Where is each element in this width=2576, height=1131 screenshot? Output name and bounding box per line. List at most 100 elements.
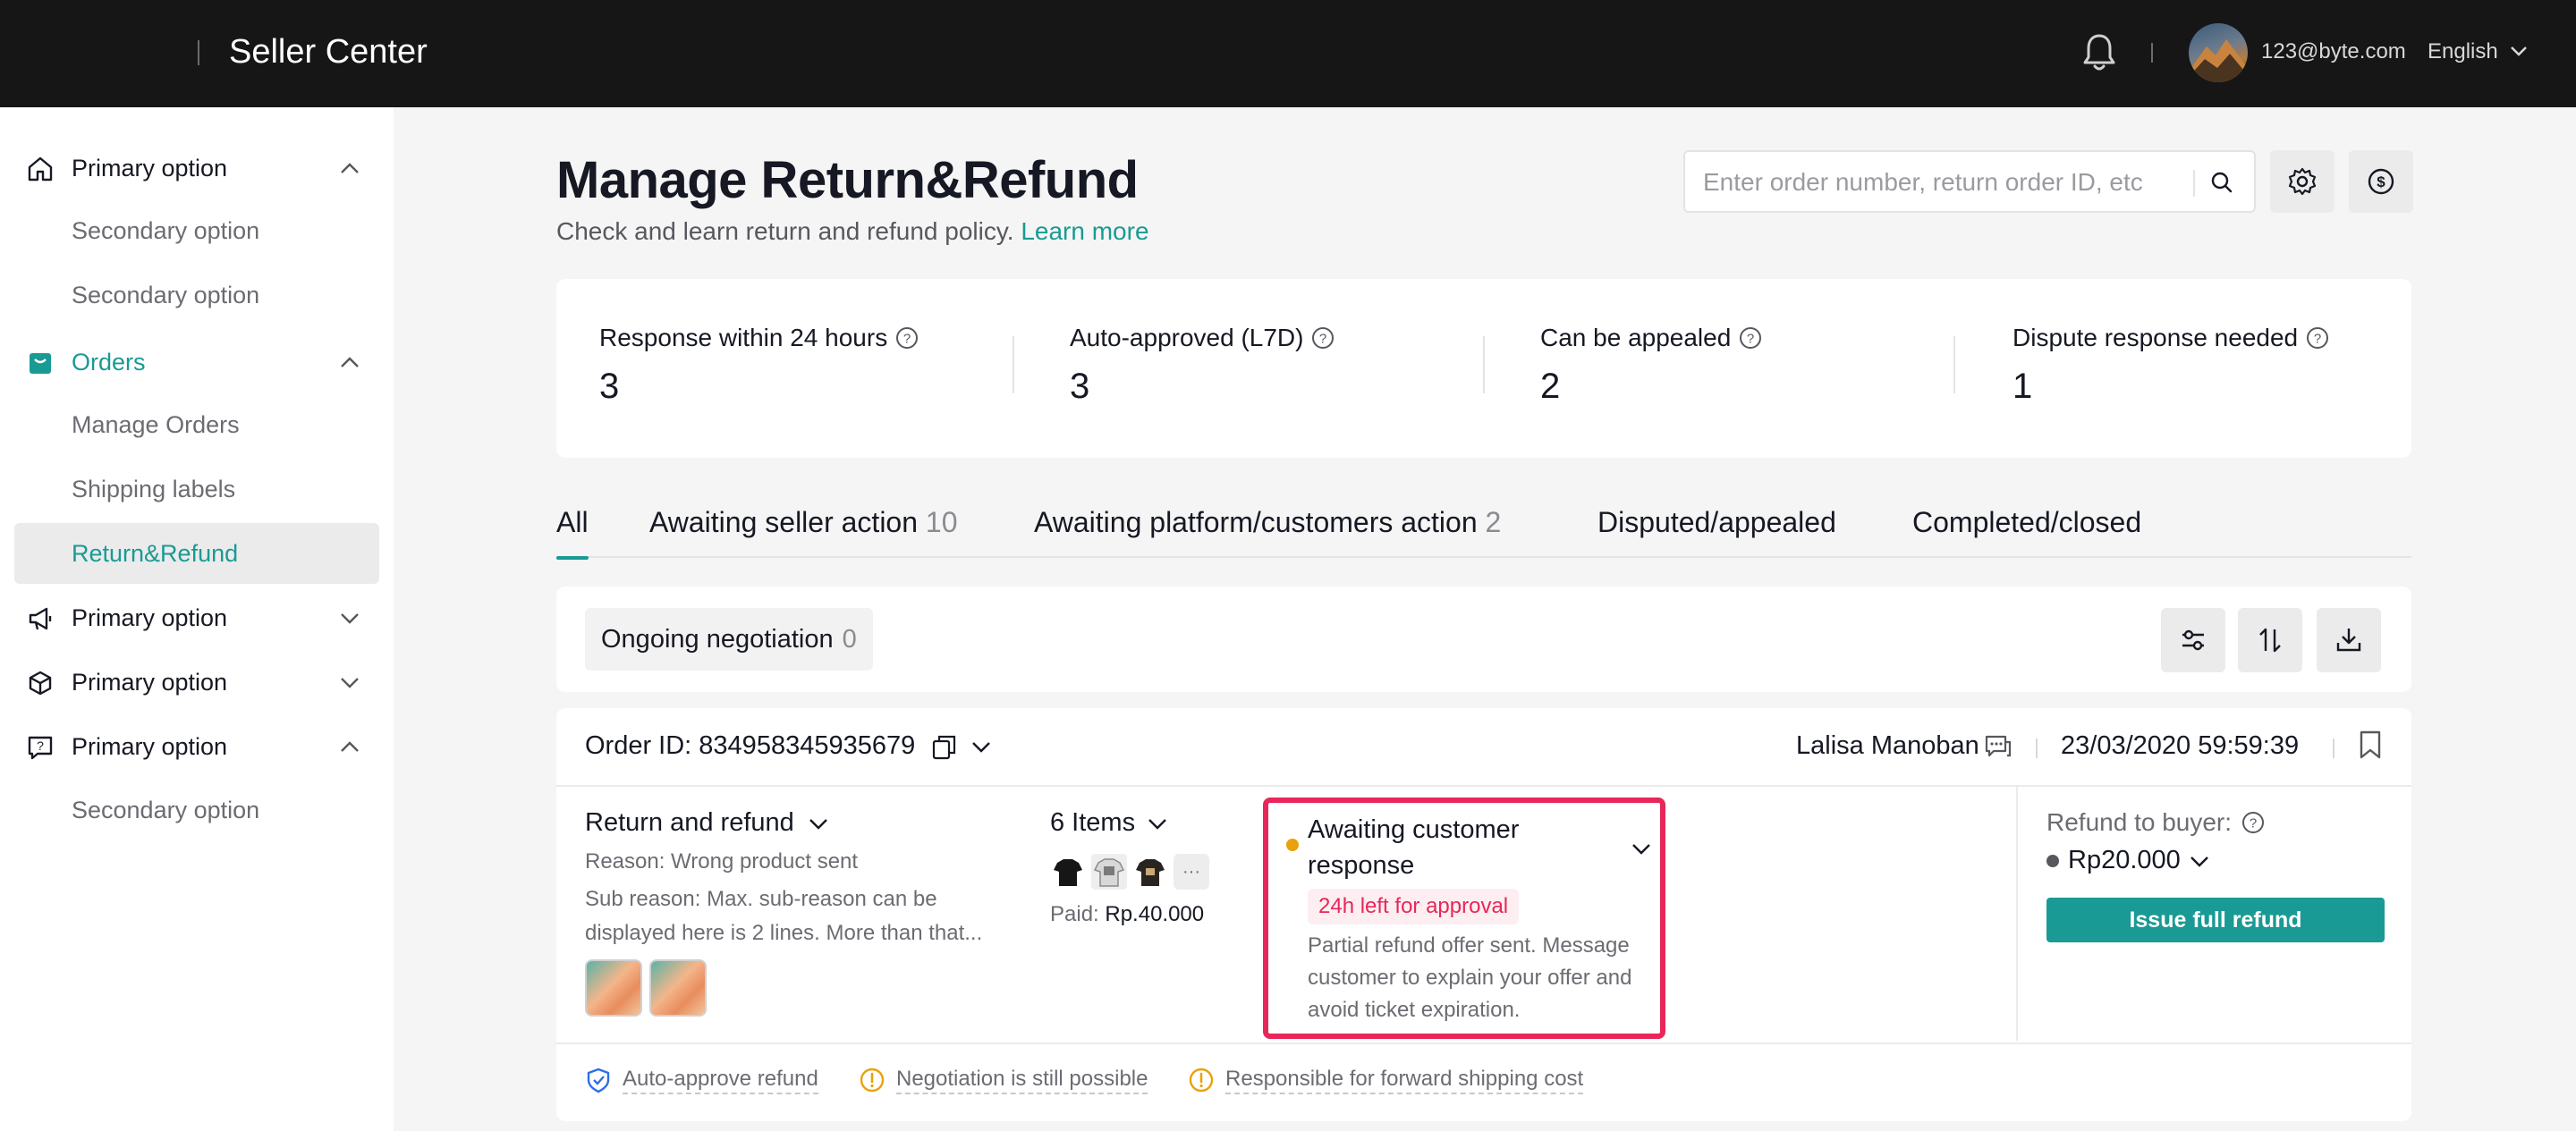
export-button[interactable] xyxy=(2317,608,2381,672)
sidebar-item-primary-3[interactable]: Primary option xyxy=(14,651,379,713)
stat-value: 1 xyxy=(2012,367,2033,406)
box-icon xyxy=(29,671,52,696)
chevron-up-icon[interactable] xyxy=(340,740,360,753)
evidence-thumbnail[interactable] xyxy=(649,959,707,1017)
approval-deadline-tag: 24h left for approval xyxy=(1308,889,1520,924)
user-email[interactable]: 123@byte.com xyxy=(2261,39,2406,64)
tab-disputed[interactable]: Disputed/appealed xyxy=(1597,506,1836,558)
question-icon[interactable]: ? xyxy=(894,325,919,350)
return-type-dropdown[interactable]: Return and refund xyxy=(585,808,1005,838)
chevron-down-icon[interactable] xyxy=(2190,855,2209,867)
status-description: Partial refund offer sent. Message custo… xyxy=(1308,933,1632,1022)
more-items-button[interactable]: ··· xyxy=(1174,854,1209,890)
question-icon[interactable]: ? xyxy=(2305,325,2330,350)
chevron-down-icon[interactable] xyxy=(340,676,360,688)
search-box xyxy=(1683,150,2256,213)
question-icon[interactable]: ? xyxy=(1310,325,1335,350)
settings-button[interactable] xyxy=(2270,150,2334,213)
question-icon[interactable]: ? xyxy=(1738,325,1763,350)
avatar[interactable] xyxy=(2189,23,2248,82)
filter-button[interactable] xyxy=(2161,608,2225,672)
product-thumbnail[interactable] xyxy=(1091,854,1127,890)
bell-icon[interactable] xyxy=(2081,32,2117,73)
tab-awaiting-platform[interactable]: Awaiting platform/customers action 2 xyxy=(1034,506,1501,558)
flag-auto-approve[interactable]: Auto-approve refund xyxy=(585,1066,818,1094)
product-thumbnail[interactable] xyxy=(1132,854,1168,890)
flag-negotiation[interactable]: Negotiation is still possible xyxy=(859,1066,1148,1094)
learn-more-link[interactable]: Learn more xyxy=(1021,217,1148,245)
chevron-down-icon[interactable] xyxy=(809,817,828,830)
return-type: Return and refund xyxy=(585,808,794,837)
stat-can-be-appealed[interactable]: Can be appealed? 2 xyxy=(1540,324,1763,407)
sidebar-subitem[interactable]: Secondary option xyxy=(14,780,379,840)
copy-icon[interactable] xyxy=(930,733,959,762)
currency-button[interactable]: $ xyxy=(2349,150,2413,213)
chat-icon[interactable] xyxy=(1984,731,2012,760)
chip-count: 0 xyxy=(842,624,857,654)
megaphone-icon xyxy=(29,607,52,630)
sidebar-item-manage-orders[interactable]: Manage Orders xyxy=(14,394,379,455)
tab-label: Disputed/appealed xyxy=(1597,506,1836,538)
chevron-down-icon[interactable] xyxy=(2510,45,2528,57)
ongoing-negotiation-chip[interactable]: Ongoing negotiation 0 xyxy=(585,608,873,671)
stat-label: Dispute response needed xyxy=(2012,324,2299,351)
stat-auto-approved[interactable]: Auto-approved (L7D)? 3 xyxy=(1070,324,1335,407)
sidebar-item-label: Primary option xyxy=(72,668,228,696)
sidebar-item-primary-2[interactable]: Primary option xyxy=(14,587,379,649)
header-divider xyxy=(2333,739,2334,758)
tab-all[interactable]: All xyxy=(556,506,589,560)
items-dropdown[interactable]: 6 Items xyxy=(1050,808,1229,838)
sidebar-item-primary-4[interactable]: ? Primary option xyxy=(14,715,379,778)
sidebar-item-label: Primary option xyxy=(72,603,228,631)
chevron-up-icon[interactable] xyxy=(340,356,360,368)
chevron-down-icon[interactable] xyxy=(340,612,360,624)
order-date: 23/03/2020 59:59:39 xyxy=(2061,731,2300,760)
tab-count: 10 xyxy=(925,506,958,538)
chevron-down-icon[interactable] xyxy=(1148,817,1167,830)
sidebar-item-orders[interactable]: Orders xyxy=(14,331,379,393)
svg-text:?: ? xyxy=(2314,332,2321,347)
stat-divider xyxy=(1013,336,1014,393)
evidence-images xyxy=(585,959,1005,1017)
tab-completed[interactable]: Completed/closed xyxy=(1912,506,2141,558)
sidebar-subitem[interactable]: Secondary option xyxy=(14,200,379,261)
sort-icon xyxy=(2259,628,2281,653)
tab-label: Completed/closed xyxy=(1912,506,2142,538)
sidebar-item-primary-1[interactable]: Primary option xyxy=(14,137,379,199)
order-footer-divider xyxy=(556,1042,2411,1044)
flag-label: Negotiation is still possible xyxy=(896,1066,1148,1094)
sidebar-item-return-refund[interactable]: Return&Refund xyxy=(14,523,379,584)
buyer-name[interactable]: Lalisa Manoban xyxy=(1796,731,1979,761)
sort-button[interactable] xyxy=(2238,608,2302,672)
question-icon[interactable]: ? xyxy=(2241,810,2266,835)
stat-dispute-response[interactable]: Dispute response needed? 1 xyxy=(2012,324,2330,407)
flag-label: Responsible for forward shipping cost xyxy=(1225,1066,1584,1094)
chevron-down-icon[interactable] xyxy=(971,740,991,753)
paid-amount: Paid: Rp.40.000 xyxy=(1050,902,1229,927)
language-selector[interactable]: English xyxy=(2428,39,2498,64)
svg-text:?: ? xyxy=(1319,332,1326,347)
brand-title[interactable]: Seller Center xyxy=(229,32,428,72)
evidence-thumbnail[interactable] xyxy=(585,959,642,1017)
product-thumbnail[interactable] xyxy=(1050,854,1086,890)
sidebar-subitem[interactable]: Secondary option xyxy=(14,265,379,325)
stat-value: 3 xyxy=(599,367,620,406)
sidebar-item-label: Shipping labels xyxy=(72,475,236,502)
sidebar-item-label: Secondary option xyxy=(72,281,260,308)
tab-label: Awaiting platform/customers action xyxy=(1034,506,1478,538)
search-icon[interactable] xyxy=(2207,168,2236,197)
chevron-down-icon[interactable] xyxy=(1631,842,1651,855)
flag-shipping-cost[interactable]: Responsible for forward shipping cost xyxy=(1188,1066,1584,1094)
issue-full-refund-button[interactable]: Issue full refund xyxy=(2046,898,2385,942)
sidebar-item-shipping-labels[interactable]: Shipping labels xyxy=(14,459,379,519)
chevron-up-icon[interactable] xyxy=(340,162,360,174)
filter-sliders-icon xyxy=(2182,629,2204,651)
stat-value: 2 xyxy=(1540,367,1561,406)
tab-awaiting-seller[interactable]: Awaiting seller action 10 xyxy=(649,506,958,558)
order-id: Order ID: 834958345935679 xyxy=(585,731,916,760)
refund-amount-dropdown[interactable]: Rp20.000 xyxy=(2046,846,2209,875)
bookmark-icon[interactable] xyxy=(2358,730,2383,760)
stat-response-24h[interactable]: Response within 24 hours? 3 xyxy=(599,324,919,407)
search-input[interactable] xyxy=(1703,165,2186,200)
filter-bar: Ongoing negotiation 0 xyxy=(556,587,2411,692)
